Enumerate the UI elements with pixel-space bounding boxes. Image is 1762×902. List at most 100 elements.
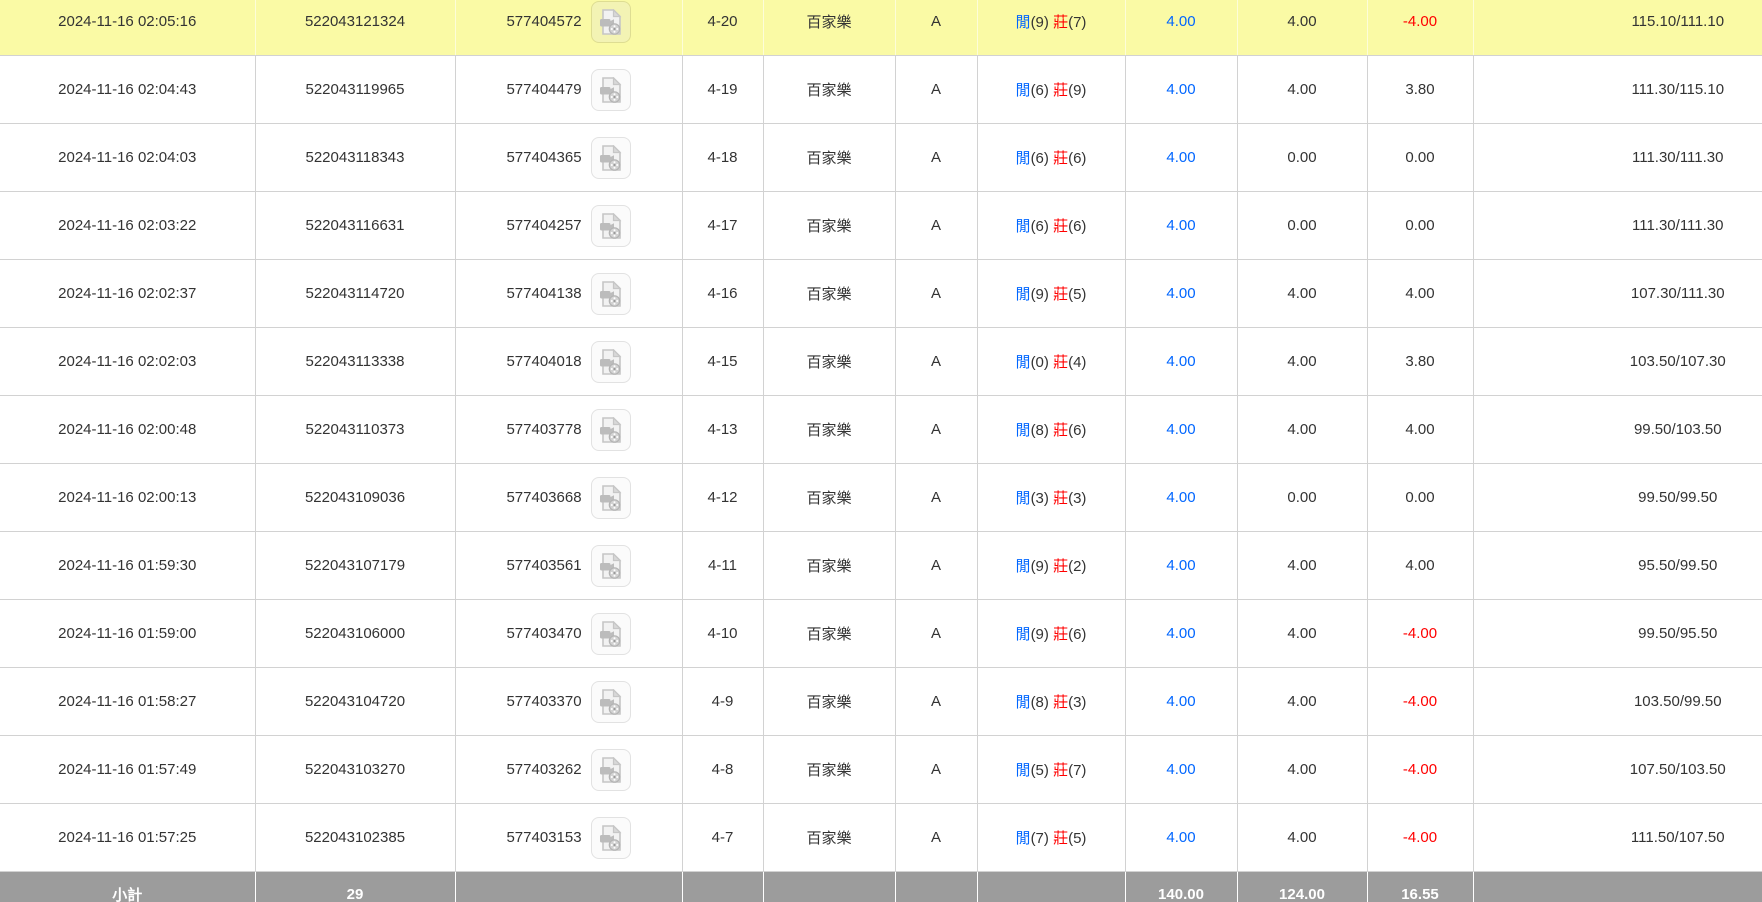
summary-winloss-total: 16.55	[1367, 872, 1473, 902]
player-result-score: (5)	[1031, 762, 1049, 779]
game-round-number: 577404018	[506, 353, 581, 370]
game-round-number: 577403668	[506, 489, 581, 506]
video-replay-button[interactable]	[591, 341, 631, 383]
table-row: 2024-11-16 01:59:00 522043106000 5774034…	[0, 600, 1762, 668]
banker-result-score: (4)	[1068, 354, 1086, 371]
table-row: 2024-11-16 02:00:13 522043109036 5774036…	[0, 464, 1762, 532]
video-replay-button[interactable]	[591, 409, 631, 451]
video-replay-button[interactable]	[591, 1, 631, 43]
video-replay-icon	[599, 77, 622, 103]
balance: 111.30/111.30	[1473, 192, 1762, 260]
balance: 99.50/99.50	[1473, 464, 1762, 532]
round-label: 4-15	[682, 328, 763, 396]
round-label: 4-7	[682, 804, 763, 872]
player-result-label: 閒	[1016, 422, 1031, 439]
bet-amount: 4.00	[1125, 260, 1237, 328]
table-code: A	[895, 396, 977, 464]
player-result-score: (6)	[1031, 150, 1049, 167]
bet-id: 522043103270	[255, 736, 455, 804]
video-replay-button[interactable]	[591, 817, 631, 859]
bet-time: 2024-11-16 01:59:30	[0, 532, 255, 600]
video-replay-icon	[599, 825, 622, 851]
video-replay-button[interactable]	[591, 205, 631, 247]
game-result: 閒(8) 莊(3)	[977, 668, 1125, 736]
win-loss: 0.00	[1367, 192, 1473, 260]
win-loss: 4.00	[1367, 260, 1473, 328]
round-label: 4-9	[682, 668, 763, 736]
game-round-cell: 577403370	[455, 668, 682, 736]
bet-time: 2024-11-16 01:59:00	[0, 600, 255, 668]
balance: 99.50/103.50	[1473, 396, 1762, 464]
player-result-label: 閒	[1016, 558, 1031, 575]
video-replay-button[interactable]	[591, 613, 631, 655]
valid-bet: 4.00	[1237, 56, 1367, 124]
summary-count: 29	[255, 872, 455, 902]
win-loss: -4.00	[1367, 668, 1473, 736]
game-result: 閒(9) 莊(2)	[977, 532, 1125, 600]
summary-empty-cell	[977, 872, 1125, 902]
bet-history-table: 2024-11-16 02:05:16 522043121324 5774045…	[0, 0, 1762, 902]
bet-id: 522043119965	[255, 56, 455, 124]
banker-result-score: (6)	[1068, 626, 1086, 643]
valid-bet: 0.00	[1237, 124, 1367, 192]
balance: 111.30/115.10	[1473, 56, 1762, 124]
player-result-score: (8)	[1031, 694, 1049, 711]
player-result-score: (6)	[1031, 82, 1049, 99]
round-label: 4-11	[682, 532, 763, 600]
player-result-label: 閒	[1016, 286, 1031, 303]
bet-amount: 4.00	[1125, 0, 1237, 56]
bet-amount: 4.00	[1125, 532, 1237, 600]
bet-time: 2024-11-16 02:04:03	[0, 124, 255, 192]
bet-amount: 4.00	[1125, 736, 1237, 804]
table-code: A	[895, 56, 977, 124]
game-round-cell: 577403153	[455, 804, 682, 872]
bet-id: 522043106000	[255, 600, 455, 668]
valid-bet: 4.00	[1237, 600, 1367, 668]
game-round-cell: 577403470	[455, 600, 682, 668]
video-replay-button[interactable]	[591, 477, 631, 519]
game-round-cell: 577404138	[455, 260, 682, 328]
video-replay-icon	[599, 621, 622, 647]
bet-id: 522043102385	[255, 804, 455, 872]
round-label: 4-20	[682, 0, 763, 56]
player-result-score: (9)	[1031, 626, 1049, 643]
table-row: 2024-11-16 02:05:16 522043121324 5774045…	[0, 0, 1762, 56]
valid-bet: 0.00	[1237, 464, 1367, 532]
player-result-label: 閒	[1016, 626, 1031, 643]
game-name: 百家樂	[763, 804, 895, 872]
valid-bet: 4.00	[1237, 328, 1367, 396]
banker-result-score: (6)	[1068, 422, 1086, 439]
table-row: 2024-11-16 02:00:48 522043110373 5774037…	[0, 396, 1762, 464]
banker-result-label: 莊	[1053, 150, 1068, 167]
round-label: 4-8	[682, 736, 763, 804]
video-replay-icon	[599, 553, 622, 579]
bet-amount: 4.00	[1125, 396, 1237, 464]
game-round-number: 577404479	[506, 81, 581, 98]
video-replay-icon	[599, 145, 622, 171]
game-name: 百家樂	[763, 0, 895, 56]
valid-bet: 4.00	[1237, 532, 1367, 600]
banker-result-score: (3)	[1068, 694, 1086, 711]
table-row: 2024-11-16 02:04:43 522043119965 5774044…	[0, 56, 1762, 124]
video-replay-icon	[599, 213, 622, 239]
game-result: 閒(6) 莊(9)	[977, 56, 1125, 124]
video-replay-button[interactable]	[591, 681, 631, 723]
win-loss: -4.00	[1367, 0, 1473, 56]
balance: 99.50/95.50	[1473, 600, 1762, 668]
video-replay-button[interactable]	[591, 273, 631, 315]
player-result-score: (8)	[1031, 422, 1049, 439]
table-row: 2024-11-16 02:02:37 522043114720 5774041…	[0, 260, 1762, 328]
table-code: A	[895, 124, 977, 192]
player-result-score: (9)	[1031, 286, 1049, 303]
table-code: A	[895, 532, 977, 600]
video-replay-button[interactable]	[591, 137, 631, 179]
bet-time: 2024-11-16 01:57:25	[0, 804, 255, 872]
video-replay-button[interactable]	[591, 545, 631, 587]
banker-result-score: (2)	[1068, 558, 1086, 575]
summary-valid-total: 124.00	[1237, 872, 1367, 902]
video-replay-button[interactable]	[591, 69, 631, 111]
video-replay-button[interactable]	[591, 749, 631, 791]
bet-time: 2024-11-16 02:05:16	[0, 0, 255, 56]
game-round-cell: 577404365	[455, 124, 682, 192]
banker-result-label: 莊	[1053, 218, 1068, 235]
